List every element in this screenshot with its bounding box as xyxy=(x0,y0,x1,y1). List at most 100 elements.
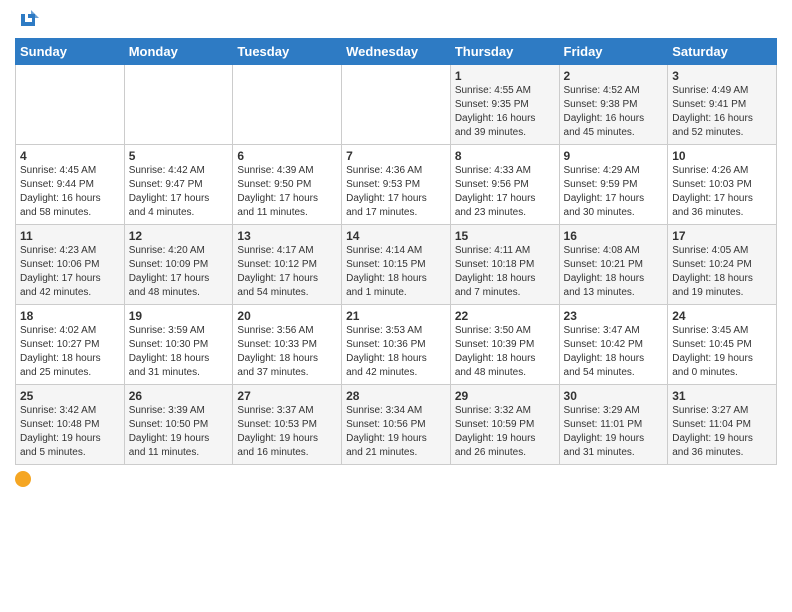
day-info: Sunrise: 4:14 AM Sunset: 10:15 PM Daylig… xyxy=(346,244,446,300)
day-number: 6 xyxy=(237,149,337,163)
day-info: Sunrise: 3:45 AM Sunset: 10:45 PM Daylig… xyxy=(672,324,772,380)
day-number: 9 xyxy=(564,149,664,163)
day-cell xyxy=(124,65,233,145)
day-cell: 29Sunrise: 3:32 AM Sunset: 10:59 PM Dayl… xyxy=(450,385,559,465)
day-cell: 12Sunrise: 4:20 AM Sunset: 10:09 PM Dayl… xyxy=(124,225,233,305)
day-info: Sunrise: 4:42 AM Sunset: 9:47 PM Dayligh… xyxy=(129,164,229,220)
day-cell: 11Sunrise: 4:23 AM Sunset: 10:06 PM Dayl… xyxy=(16,225,125,305)
day-number: 29 xyxy=(455,389,555,403)
week-row-1: 1Sunrise: 4:55 AM Sunset: 9:35 PM Daylig… xyxy=(16,65,777,145)
day-number: 12 xyxy=(129,229,229,243)
day-info: Sunrise: 4:29 AM Sunset: 9:59 PM Dayligh… xyxy=(564,164,664,220)
day-cell: 14Sunrise: 4:14 AM Sunset: 10:15 PM Dayl… xyxy=(342,225,451,305)
day-cell: 23Sunrise: 3:47 AM Sunset: 10:42 PM Dayl… xyxy=(559,305,668,385)
week-row-2: 4Sunrise: 4:45 AM Sunset: 9:44 PM Daylig… xyxy=(16,145,777,225)
day-cell xyxy=(342,65,451,145)
day-cell: 10Sunrise: 4:26 AM Sunset: 10:03 PM Dayl… xyxy=(668,145,777,225)
day-info: Sunrise: 4:26 AM Sunset: 10:03 PM Daylig… xyxy=(672,164,772,220)
day-cell: 21Sunrise: 3:53 AM Sunset: 10:36 PM Dayl… xyxy=(342,305,451,385)
day-cell: 6Sunrise: 4:39 AM Sunset: 9:50 PM Daylig… xyxy=(233,145,342,225)
day-info: Sunrise: 3:50 AM Sunset: 10:39 PM Daylig… xyxy=(455,324,555,380)
header-row: SundayMondayTuesdayWednesdayThursdayFrid… xyxy=(16,39,777,65)
header-cell-tuesday: Tuesday xyxy=(233,39,342,65)
day-cell: 5Sunrise: 4:42 AM Sunset: 9:47 PM Daylig… xyxy=(124,145,233,225)
day-number: 30 xyxy=(564,389,664,403)
day-info: Sunrise: 4:02 AM Sunset: 10:27 PM Daylig… xyxy=(20,324,120,380)
day-cell: 27Sunrise: 3:37 AM Sunset: 10:53 PM Dayl… xyxy=(233,385,342,465)
day-info: Sunrise: 3:56 AM Sunset: 10:33 PM Daylig… xyxy=(237,324,337,380)
day-number: 15 xyxy=(455,229,555,243)
day-info: Sunrise: 4:52 AM Sunset: 9:38 PM Dayligh… xyxy=(564,84,664,140)
calendar-body: 1Sunrise: 4:55 AM Sunset: 9:35 PM Daylig… xyxy=(16,65,777,465)
day-number: 3 xyxy=(672,69,772,83)
header-cell-thursday: Thursday xyxy=(450,39,559,65)
day-cell: 18Sunrise: 4:02 AM Sunset: 10:27 PM Dayl… xyxy=(16,305,125,385)
day-cell: 26Sunrise: 3:39 AM Sunset: 10:50 PM Dayl… xyxy=(124,385,233,465)
week-row-5: 25Sunrise: 3:42 AM Sunset: 10:48 PM Dayl… xyxy=(16,385,777,465)
day-info: Sunrise: 4:23 AM Sunset: 10:06 PM Daylig… xyxy=(20,244,120,300)
header-cell-saturday: Saturday xyxy=(668,39,777,65)
day-info: Sunrise: 3:29 AM Sunset: 11:01 PM Daylig… xyxy=(564,404,664,460)
day-number: 14 xyxy=(346,229,446,243)
day-cell: 1Sunrise: 4:55 AM Sunset: 9:35 PM Daylig… xyxy=(450,65,559,145)
day-number: 4 xyxy=(20,149,120,163)
day-cell: 3Sunrise: 4:49 AM Sunset: 9:41 PM Daylig… xyxy=(668,65,777,145)
day-cell: 15Sunrise: 4:11 AM Sunset: 10:18 PM Dayl… xyxy=(450,225,559,305)
day-info: Sunrise: 3:27 AM Sunset: 11:04 PM Daylig… xyxy=(672,404,772,460)
day-info: Sunrise: 4:55 AM Sunset: 9:35 PM Dayligh… xyxy=(455,84,555,140)
day-number: 26 xyxy=(129,389,229,403)
day-cell: 16Sunrise: 4:08 AM Sunset: 10:21 PM Dayl… xyxy=(559,225,668,305)
day-number: 19 xyxy=(129,309,229,323)
day-cell: 20Sunrise: 3:56 AM Sunset: 10:33 PM Dayl… xyxy=(233,305,342,385)
day-info: Sunrise: 4:36 AM Sunset: 9:53 PM Dayligh… xyxy=(346,164,446,220)
day-info: Sunrise: 4:33 AM Sunset: 9:56 PM Dayligh… xyxy=(455,164,555,220)
day-number: 31 xyxy=(672,389,772,403)
sun-icon xyxy=(15,471,31,487)
day-cell: 4Sunrise: 4:45 AM Sunset: 9:44 PM Daylig… xyxy=(16,145,125,225)
week-row-3: 11Sunrise: 4:23 AM Sunset: 10:06 PM Dayl… xyxy=(16,225,777,305)
day-number: 7 xyxy=(346,149,446,163)
day-number: 5 xyxy=(129,149,229,163)
day-number: 23 xyxy=(564,309,664,323)
day-cell: 13Sunrise: 4:17 AM Sunset: 10:12 PM Dayl… xyxy=(233,225,342,305)
day-number: 18 xyxy=(20,309,120,323)
day-number: 25 xyxy=(20,389,120,403)
day-number: 21 xyxy=(346,309,446,323)
day-number: 10 xyxy=(672,149,772,163)
day-info: Sunrise: 4:20 AM Sunset: 10:09 PM Daylig… xyxy=(129,244,229,300)
day-info: Sunrise: 4:45 AM Sunset: 9:44 PM Dayligh… xyxy=(20,164,120,220)
day-number: 8 xyxy=(455,149,555,163)
header-cell-monday: Monday xyxy=(124,39,233,65)
day-cell: 30Sunrise: 3:29 AM Sunset: 11:01 PM Dayl… xyxy=(559,385,668,465)
day-info: Sunrise: 3:39 AM Sunset: 10:50 PM Daylig… xyxy=(129,404,229,460)
day-cell: 19Sunrise: 3:59 AM Sunset: 10:30 PM Dayl… xyxy=(124,305,233,385)
day-info: Sunrise: 4:17 AM Sunset: 10:12 PM Daylig… xyxy=(237,244,337,300)
day-number: 20 xyxy=(237,309,337,323)
day-cell: 9Sunrise: 4:29 AM Sunset: 9:59 PM Daylig… xyxy=(559,145,668,225)
day-info: Sunrise: 3:59 AM Sunset: 10:30 PM Daylig… xyxy=(129,324,229,380)
day-info: Sunrise: 4:05 AM Sunset: 10:24 PM Daylig… xyxy=(672,244,772,300)
header-cell-sunday: Sunday xyxy=(16,39,125,65)
calendar-header: SundayMondayTuesdayWednesdayThursdayFrid… xyxy=(16,39,777,65)
day-info: Sunrise: 4:11 AM Sunset: 10:18 PM Daylig… xyxy=(455,244,555,300)
day-cell xyxy=(16,65,125,145)
day-cell: 28Sunrise: 3:34 AM Sunset: 10:56 PM Dayl… xyxy=(342,385,451,465)
footer xyxy=(15,471,777,487)
week-row-4: 18Sunrise: 4:02 AM Sunset: 10:27 PM Dayl… xyxy=(16,305,777,385)
day-number: 24 xyxy=(672,309,772,323)
day-cell: 7Sunrise: 4:36 AM Sunset: 9:53 PM Daylig… xyxy=(342,145,451,225)
day-info: Sunrise: 4:39 AM Sunset: 9:50 PM Dayligh… xyxy=(237,164,337,220)
day-info: Sunrise: 3:34 AM Sunset: 10:56 PM Daylig… xyxy=(346,404,446,460)
day-cell: 2Sunrise: 4:52 AM Sunset: 9:38 PM Daylig… xyxy=(559,65,668,145)
day-cell: 25Sunrise: 3:42 AM Sunset: 10:48 PM Dayl… xyxy=(16,385,125,465)
day-number: 13 xyxy=(237,229,337,243)
logo xyxy=(15,10,39,30)
day-number: 27 xyxy=(237,389,337,403)
logo-icon xyxy=(17,8,39,30)
day-cell: 24Sunrise: 3:45 AM Sunset: 10:45 PM Dayl… xyxy=(668,305,777,385)
day-cell xyxy=(233,65,342,145)
page-header xyxy=(15,10,777,30)
day-number: 17 xyxy=(672,229,772,243)
day-info: Sunrise: 4:08 AM Sunset: 10:21 PM Daylig… xyxy=(564,244,664,300)
day-number: 1 xyxy=(455,69,555,83)
